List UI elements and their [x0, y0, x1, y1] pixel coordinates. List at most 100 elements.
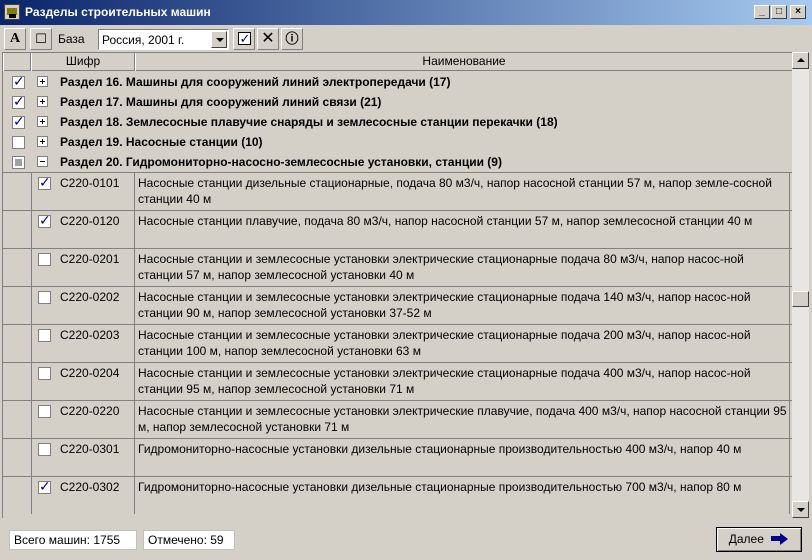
marked-count: Отмечено: 59	[143, 530, 235, 550]
item-name: Насосные станции и землесосные установки…	[138, 290, 751, 320]
table-row[interactable]: С220-0101 Насосные станции дизельные стац…	[3, 172, 792, 210]
section-checkbox[interactable]	[12, 93, 25, 110]
collapse-icon[interactable]	[37, 156, 48, 167]
item-code: С220-0203	[60, 328, 120, 342]
item-name: Насосные станции и землесосные установки…	[138, 404, 787, 434]
table-row[interactable]: С220-0301 Гидромониторно-насосные установ…	[3, 438, 792, 476]
window-title: Разделы строительных машин	[25, 5, 211, 19]
table-row[interactable]: С220-0202 Насосные станции и землесосные …	[3, 286, 792, 324]
maximize-button[interactable]: □	[771, 5, 787, 19]
expand-icon[interactable]	[37, 116, 48, 127]
section-label: Раздел 20. Гидромониторно-насосно-землес…	[60, 155, 502, 169]
next-button-label: Далее	[728, 532, 764, 546]
item-name: Гидромониторно-насосные установки дизель…	[138, 442, 742, 456]
code-cell: С220-0220	[31, 401, 135, 438]
expand-icon[interactable]	[37, 136, 48, 147]
section-label: Раздел 16. Машины для сооружений линий э…	[60, 75, 451, 89]
chevron-down-icon[interactable]	[211, 31, 227, 48]
item-code: С220-0302	[60, 480, 120, 494]
code-cell: С220-0203	[31, 325, 135, 362]
grid-divider	[789, 211, 790, 248]
item-name: Насосные станции и землесосные установки…	[138, 252, 744, 282]
grid-header: Шифр Наименование	[3, 53, 792, 71]
app-icon	[4, 4, 20, 20]
item-name: Насосные станции и землесосные установки…	[138, 366, 751, 396]
code-cell: С220-0302	[31, 477, 135, 514]
section-row[interactable]: Раздел 17. Машины для сооружений линий с…	[3, 92, 792, 112]
code-cell: С220-0201	[31, 249, 135, 286]
close-button[interactable]: ×	[790, 5, 806, 19]
section-checkbox[interactable]	[12, 113, 25, 130]
section-row[interactable]: Раздел 20. Гидромониторно-насосно-землес…	[3, 152, 792, 172]
vertical-scrollbar[interactable]	[792, 52, 809, 518]
expand-icon[interactable]	[37, 96, 48, 107]
scroll-up-icon[interactable]	[792, 52, 809, 69]
scroll-thumb[interactable]	[792, 291, 809, 307]
item-name: Насосные станции дизельные стационарные,…	[138, 176, 772, 206]
code-cell: С220-0120	[31, 211, 135, 248]
grid-divider	[789, 173, 790, 210]
toolbar: A ☐ База Россия, 2001 г. ✕ ⓘ	[0, 25, 812, 53]
table-row[interactable]: С220-0203 Насосные станции и землесосные …	[3, 324, 792, 362]
item-checkbox[interactable]	[38, 478, 51, 495]
item-checkbox[interactable]	[38, 367, 51, 380]
section-row[interactable]: Раздел 19. Насосные станции (10)	[3, 132, 792, 152]
uncheck-all-button[interactable]: ✕	[257, 28, 279, 50]
section-label: Раздел 18. Землесосные плавучие снаряды …	[60, 115, 558, 129]
table-row[interactable]: С220-0220 Насосные станции и землесосные …	[3, 400, 792, 438]
header-name[interactable]: Наименование	[135, 53, 792, 71]
base-select[interactable]: Россия, 2001 г.	[98, 29, 229, 50]
grid-divider	[789, 249, 790, 286]
base-label: База	[58, 32, 85, 46]
checkbox-icon	[237, 29, 251, 49]
item-name: Насосные станции и землесосные установки…	[138, 328, 751, 358]
font-icon[interactable]: A	[4, 28, 26, 50]
check-all-button[interactable]	[233, 28, 255, 50]
section-checkbox[interactable]	[12, 73, 25, 90]
header-code[interactable]: Шифр	[31, 53, 135, 71]
item-checkbox[interactable]	[38, 253, 51, 266]
section-checkbox[interactable]	[12, 156, 25, 169]
title-bar: Разделы строительных машин _ □ ×	[0, 0, 812, 25]
machine-grid[interactable]: Шифр Наименование Раздел 16. Машины для …	[2, 52, 792, 518]
table-row[interactable]: С220-0204 Насосные станции и землесосные …	[3, 362, 792, 400]
section-row[interactable]: Раздел 21. Морские плавучие средства и о…	[3, 515, 792, 518]
table-row[interactable]: С220-0120 Насосные станции плавучие, пода…	[3, 210, 792, 248]
next-button[interactable]: Далее	[716, 527, 802, 552]
base-select-value: Россия, 2001 г.	[102, 33, 185, 47]
minimize-button[interactable]: _	[754, 5, 770, 19]
section-label: Раздел 19. Насосные станции (10)	[60, 135, 263, 149]
code-cell: С220-0101	[31, 173, 135, 210]
header-select	[3, 53, 31, 71]
item-checkbox[interactable]	[38, 174, 51, 191]
status-bar: Всего машин: 1755 Отмечено: 59 Далее	[0, 522, 812, 560]
item-code: С220-0120	[60, 214, 120, 228]
expand-icon[interactable]	[37, 76, 48, 87]
section-checkbox[interactable]	[12, 136, 25, 149]
item-checkbox[interactable]	[38, 405, 51, 418]
grid-divider	[789, 477, 790, 514]
item-checkbox[interactable]	[38, 329, 51, 342]
item-code: С220-0202	[60, 290, 120, 304]
scroll-down-icon[interactable]	[792, 501, 809, 518]
table-row[interactable]: С220-0302 Гидромониторно-насосные установ…	[3, 476, 792, 514]
grid-divider	[789, 401, 790, 438]
section-row[interactable]: Раздел 16. Машины для сооружений линий э…	[3, 72, 792, 92]
grid-divider	[789, 325, 790, 362]
grid-divider	[789, 363, 790, 400]
code-cell: С220-0204	[31, 363, 135, 400]
code-cell: С220-0202	[31, 287, 135, 324]
item-checkbox[interactable]	[38, 212, 51, 229]
info-icon[interactable]: ⓘ	[281, 28, 303, 50]
item-code: С220-0201	[60, 252, 120, 266]
item-checkbox[interactable]	[38, 291, 51, 304]
item-code: С220-0101	[60, 176, 120, 190]
item-code: С220-0204	[60, 366, 120, 380]
table-row[interactable]: С220-0201 Насосные станции и землесосные …	[3, 248, 792, 286]
item-name: Гидромониторно-насосные установки дизель…	[138, 480, 742, 494]
properties-icon[interactable]: ☐	[30, 28, 52, 50]
item-checkbox[interactable]	[38, 443, 51, 456]
item-name: Насосные станции плавучие, подача 80 м3/…	[138, 214, 753, 228]
grid-divider	[789, 439, 790, 476]
section-row[interactable]: Раздел 18. Землесосные плавучие снаряды …	[3, 112, 792, 132]
